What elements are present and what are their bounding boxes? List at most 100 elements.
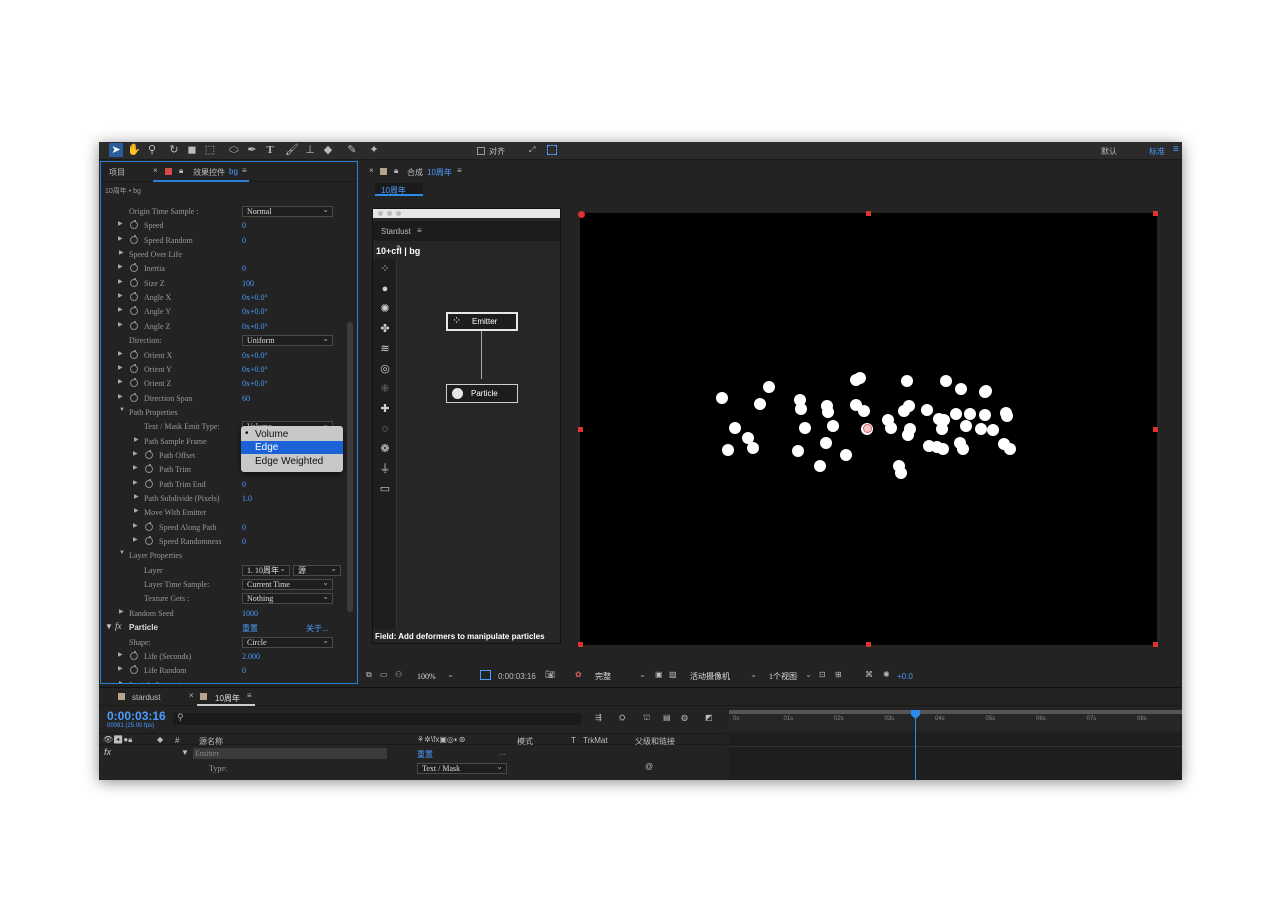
collapsed-arrow-icon[interactable]: ▶ (133, 522, 138, 529)
stopwatch-icon[interactable] (145, 450, 153, 459)
ellipse-tool-icon[interactable]: ⬭ (227, 143, 241, 157)
collapsed-arrow-icon[interactable]: ▶ (118, 306, 123, 313)
hand-tool-icon[interactable]: ✋ (127, 143, 141, 157)
property-dropdown[interactable]: Normal (242, 206, 333, 217)
collapsed-arrow-icon[interactable]: ▶ (118, 278, 123, 285)
pick-whip-icon[interactable]: @ (645, 762, 653, 771)
panel-menu-icon[interactable]: ≡ (457, 166, 462, 175)
camera-dropdown[interactable]: 活动摄像机 (685, 671, 761, 682)
camera-tool-icon[interactable]: ◼ (185, 143, 199, 157)
menu-item-edge-weighted[interactable]: Edge Weighted (241, 455, 343, 468)
roi-icon[interactable]: ▣ (655, 670, 663, 679)
work-area-bar[interactable] (729, 710, 1182, 714)
property-value[interactable]: 0x+0.0° (242, 322, 268, 331)
property-value[interactable]: 100 (242, 279, 254, 288)
comp-sub-tab[interactable]: 10周年 (375, 183, 423, 196)
reset-link[interactable]: 重置 (417, 749, 433, 760)
collapsed-arrow-icon[interactable]: ▶ (118, 651, 123, 658)
collapsed-arrow-icon[interactable]: ▶ (133, 450, 138, 457)
stopwatch-icon[interactable] (130, 665, 138, 674)
region-icon[interactable]: ⧉ (366, 670, 372, 680)
draft-3d-icon[interactable]: ⊞ (835, 670, 842, 679)
layer-handle[interactable] (1153, 211, 1158, 216)
hide-shy-icon[interactable]: ⛫ (643, 713, 650, 723)
stopwatch-icon[interactable] (130, 350, 138, 359)
property-value[interactable]: 0 (242, 666, 246, 675)
stopwatch-icon[interactable] (130, 393, 138, 402)
puppet-tool-icon[interactable]: ✦ (367, 143, 381, 157)
property-value[interactable]: 0 (242, 221, 246, 230)
stopwatch-icon[interactable] (145, 536, 153, 545)
stopwatch-icon[interactable] (145, 464, 153, 473)
model-icon[interactable]: ⏚ (376, 461, 394, 478)
more-link[interactable]: ... (499, 748, 506, 757)
snapshot-icon[interactable]: 📷︎ (545, 670, 555, 679)
expanded-arrow-icon[interactable]: ▼ (119, 550, 125, 556)
grid-icon[interactable] (547, 145, 557, 155)
anchor-point-icon[interactable] (863, 424, 872, 433)
property-value[interactable]: 0x+0.0° (242, 379, 268, 388)
stopwatch-icon[interactable] (130, 278, 138, 287)
stopwatch-icon[interactable] (130, 220, 138, 229)
selection-tool-icon[interactable]: ➤ (109, 143, 123, 157)
property-dropdown-secondary[interactable]: 源 (293, 565, 341, 576)
align-checkbox[interactable] (477, 147, 485, 155)
collapsed-arrow-icon[interactable]: ▶ (133, 479, 138, 486)
workspace-menu-icon[interactable]: ≡ (1173, 144, 1179, 155)
expanded-arrow-icon[interactable]: ▼ (119, 407, 125, 413)
multi-icon[interactable]: ❁ (376, 441, 394, 458)
layer-handle[interactable] (578, 427, 583, 432)
expanded-arrow-icon[interactable]: ▼ (105, 622, 113, 631)
eraser-tool-icon[interactable]: ◆ (321, 143, 335, 157)
exposure-value[interactable]: +0.0 (897, 672, 913, 681)
resolution-dropdown[interactable]: 完整 (590, 671, 650, 682)
layer-handle[interactable] (1153, 642, 1158, 647)
layer-name-field[interactable]: Emitter (193, 748, 387, 759)
close-icon[interactable]: × (189, 691, 194, 700)
property-value[interactable]: 1000 (242, 609, 258, 618)
panel-scrollbar[interactable] (347, 322, 353, 612)
collapsed-arrow-icon[interactable]: ▶ (118, 220, 123, 227)
stopwatch-icon[interactable] (145, 479, 153, 488)
zoom-tool-icon[interactable]: ⚲ (145, 143, 159, 157)
menu-item-volume[interactable]: • Volume (241, 428, 343, 441)
graph-editor-icon[interactable]: ◩ (705, 713, 713, 722)
property-value[interactable]: 0 (242, 264, 246, 273)
timeline-timecode[interactable]: 0:00:03:16 (107, 709, 166, 723)
property-value[interactable]: 2.000 (242, 652, 260, 661)
node-emitter[interactable]: ⁘ Emitter (446, 312, 518, 331)
turbulence-icon[interactable]: ≋ (376, 341, 394, 358)
flowchart-icon[interactable]: ⌘ (865, 670, 873, 679)
exposure-icon[interactable]: ✺ (883, 670, 890, 679)
collapsed-arrow-icon[interactable]: ▶ (133, 536, 138, 543)
fx-icon[interactable]: fx (104, 747, 111, 757)
property-value[interactable]: 0x+0.0° (242, 365, 268, 374)
type-tool-icon[interactable]: T (263, 143, 277, 157)
comp-tab-name[interactable]: 10周年 (427, 167, 452, 178)
stopwatch-icon[interactable] (145, 522, 153, 531)
property-value[interactable]: 0x+0.0° (242, 351, 268, 360)
collapsed-arrow-icon[interactable]: ▶ (118, 378, 123, 385)
lock-icon[interactable]: 🔒︎ (394, 166, 398, 176)
workspace-standard[interactable]: 标准 (1149, 146, 1165, 157)
collapsed-arrow-icon[interactable]: ▶ (119, 680, 124, 683)
grid-field-icon[interactable]: ⁜ (376, 381, 394, 398)
stopwatch-icon[interactable] (130, 235, 138, 244)
monitor-icon[interactable]: ▭ (380, 670, 388, 679)
close-icon[interactable]: × (369, 166, 374, 175)
collapsed-arrow-icon[interactable]: ▶ (134, 436, 139, 443)
collapsed-arrow-icon[interactable]: ▶ (118, 393, 123, 400)
shape-icon[interactable]: ▭ (376, 481, 394, 498)
collapsed-arrow-icon[interactable]: ▶ (133, 464, 138, 471)
toggle-icon[interactable]: ⊡ (819, 670, 826, 679)
transparency-icon[interactable]: ▨ (669, 670, 677, 679)
menu-item-edge[interactable]: Edge (241, 441, 343, 454)
layer-handle[interactable] (1153, 427, 1158, 432)
property-value[interactable]: 0x+0.0° (242, 293, 268, 302)
stopwatch-icon[interactable] (130, 651, 138, 660)
layer-handle[interactable] (578, 642, 583, 647)
playhead[interactable] (911, 710, 920, 780)
zoom-dropdown[interactable]: 100% (412, 671, 458, 682)
type-dropdown[interactable]: Text / Mask (417, 763, 507, 774)
clone-stamp-tool-icon[interactable]: ⊥ (303, 143, 317, 157)
